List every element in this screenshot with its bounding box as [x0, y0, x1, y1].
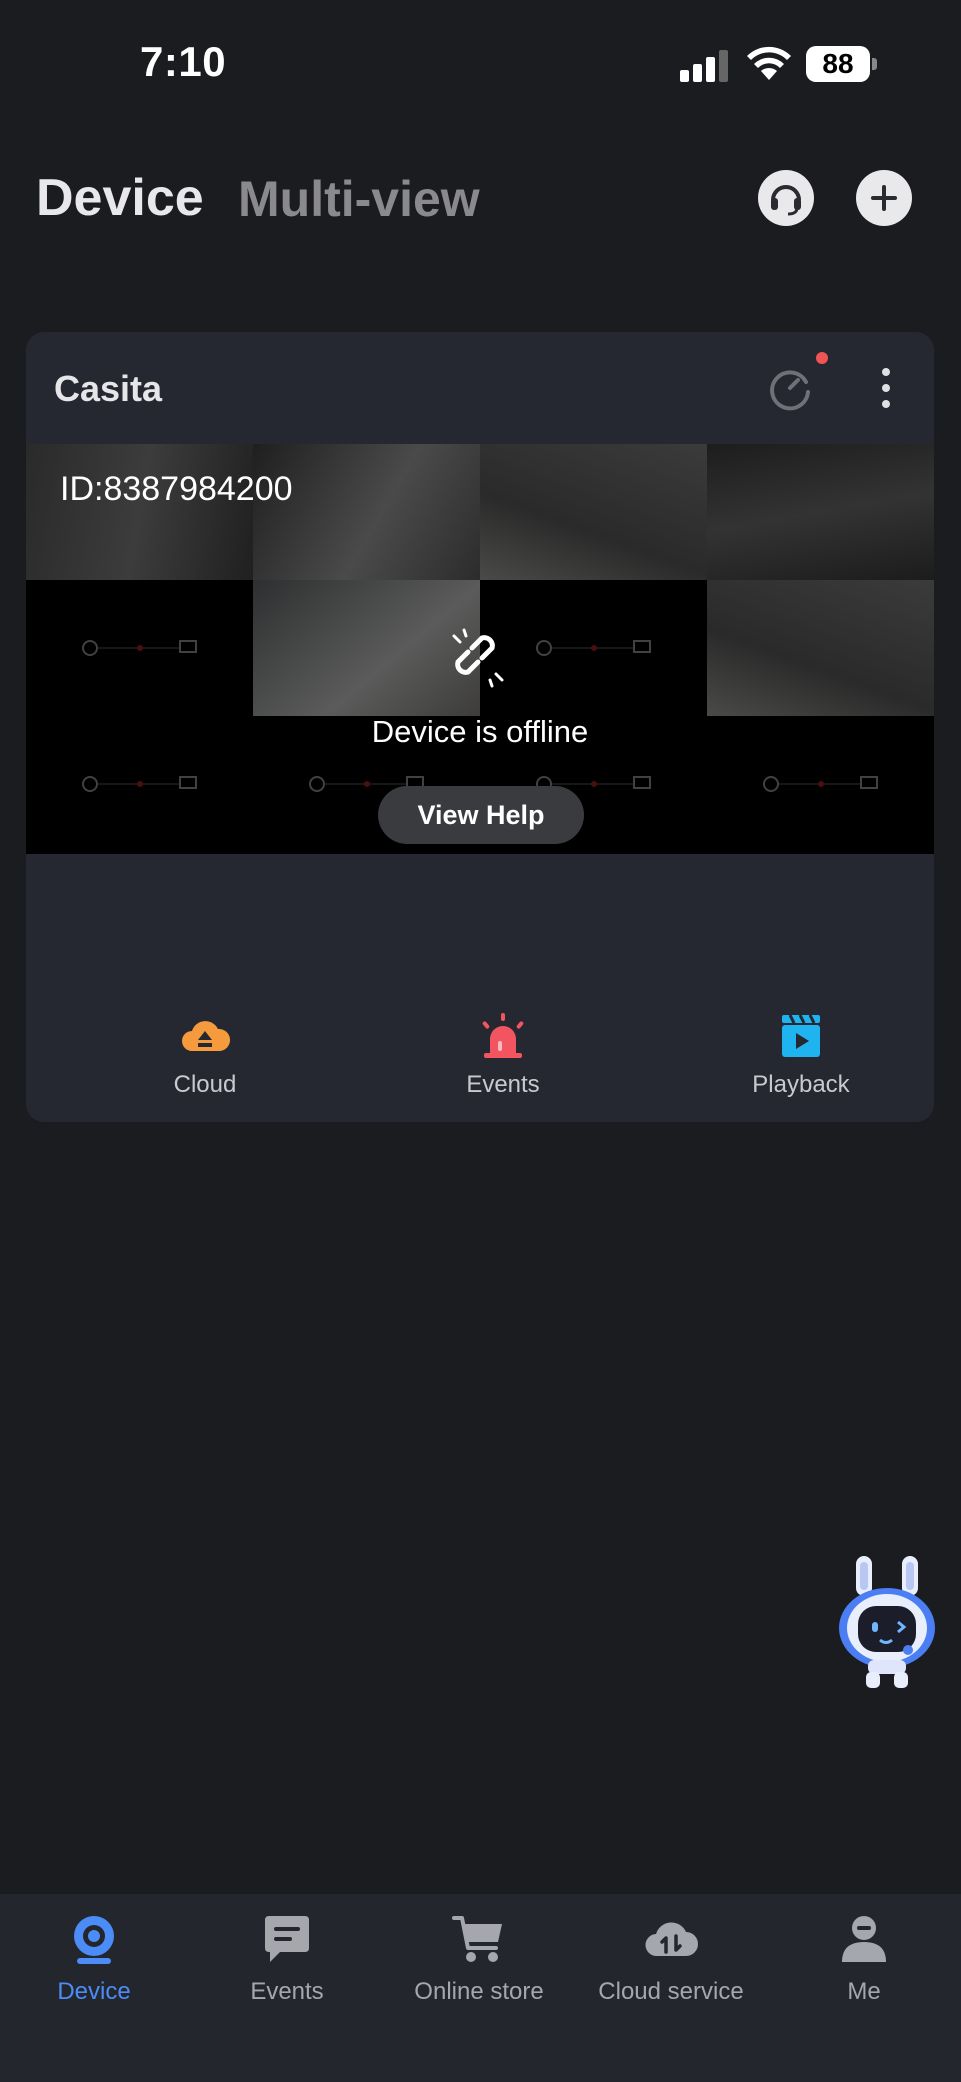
more-options-button[interactable] — [878, 368, 894, 416]
cloud-upload-icon — [182, 1021, 230, 1051]
nav-cloud-service-label: Cloud service — [598, 1978, 744, 2005]
status-bar: 7:10 88 — [0, 0, 961, 120]
more-dot-icon — [882, 384, 890, 392]
channel-placeholder-icon — [762, 776, 878, 792]
device-name: Casita — [54, 368, 163, 409]
video-playback-icon — [782, 1014, 820, 1057]
cloud-service-icon — [645, 1922, 698, 1957]
offline-message: Device is offline — [371, 714, 589, 749]
nav-me[interactable]: Me — [769, 1912, 959, 2006]
playback-label: Playback — [752, 1071, 850, 1098]
more-dot-icon — [882, 400, 890, 408]
assistant-robot-icon[interactable] — [828, 1552, 946, 1692]
channel-placeholder-icon — [535, 640, 651, 656]
alarm-siren-icon — [482, 1013, 524, 1058]
channel-placeholder-icon — [81, 776, 197, 792]
headset-icon — [771, 185, 801, 216]
device-card: Casita ID:8387984200 Device is offline V… — [26, 332, 934, 1122]
wifi-icon — [747, 46, 791, 80]
nav-online-store[interactable]: Online store — [384, 1912, 574, 2006]
customer-support-button[interactable] — [758, 170, 814, 226]
camera-thumbnail — [707, 444, 934, 580]
nav-events-label: Events — [250, 1978, 324, 2005]
camera-thumbnail — [26, 444, 253, 580]
camera-thumbnail — [707, 580, 934, 716]
cellular-signal-icon — [680, 50, 728, 82]
nav-cloud-service[interactable]: Cloud service — [576, 1912, 766, 2006]
events-button[interactable]: Events — [403, 1013, 603, 1099]
battery-level: 88 — [806, 46, 870, 82]
channel-placeholder-icon — [81, 640, 197, 656]
battery-cap — [872, 58, 877, 70]
nav-device-label: Device — [57, 1978, 131, 2005]
cloud-label: Cloud — [173, 1071, 237, 1098]
add-device-button[interactable] — [856, 170, 912, 226]
device-card-header: Casita — [26, 332, 934, 444]
view-help-button[interactable]: View Help — [378, 786, 584, 844]
nav-me-label: Me — [847, 1978, 881, 2005]
battery-indicator: 88 — [806, 46, 877, 82]
playback-button[interactable]: Playback — [701, 1013, 901, 1099]
camera-preview-grid[interactable]: ID:8387984200 Device is offline View Hel… — [26, 444, 934, 854]
nav-online-store-label: Online store — [414, 1978, 544, 2005]
notification-dot — [816, 352, 828, 364]
cloud-button[interactable]: Cloud — [105, 1013, 305, 1099]
tab-multi-view[interactable]: Multi-view — [238, 170, 480, 228]
refresh-icon[interactable] — [764, 362, 816, 414]
camera-thumbnail — [253, 444, 480, 580]
user-icon — [842, 1916, 886, 1962]
message-icon — [265, 1916, 309, 1962]
bottom-navigation: Device Events Online store Cloud service — [0, 1894, 961, 2082]
events-label: Events — [466, 1071, 540, 1098]
nav-device[interactable]: Device — [0, 1912, 189, 2006]
add-icon — [871, 185, 897, 211]
empty-channel — [26, 580, 253, 716]
broken-link-icon — [452, 628, 504, 688]
status-time: 7:10 — [140, 38, 227, 85]
nav-events[interactable]: Events — [192, 1912, 382, 2006]
device-id: ID:8387984200 — [60, 470, 293, 508]
tab-device[interactable]: Device — [36, 168, 204, 228]
camera-icon — [74, 1916, 114, 1964]
page-header: Device Multi-view — [0, 160, 961, 235]
cart-icon — [452, 1916, 502, 1962]
camera-thumbnail — [253, 580, 480, 716]
empty-channel — [480, 580, 707, 716]
more-dot-icon — [882, 368, 890, 376]
camera-thumbnail — [480, 444, 707, 580]
device-actions: Cloud Events Playback — [26, 987, 934, 1122]
